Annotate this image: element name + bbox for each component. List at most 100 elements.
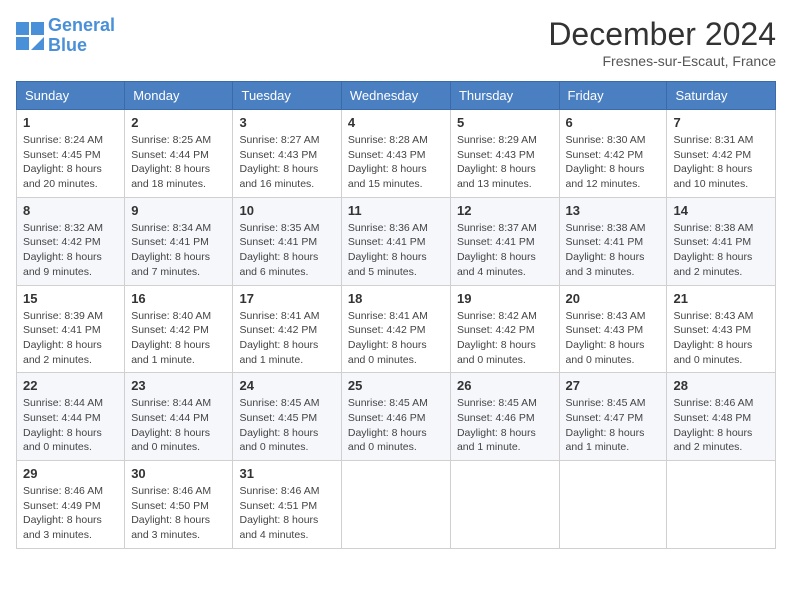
- day-number: 28: [673, 378, 769, 393]
- day-info: Sunrise: 8:41 AM Sunset: 4:42 PM Dayligh…: [239, 309, 334, 368]
- day-info: Sunrise: 8:44 AM Sunset: 4:44 PM Dayligh…: [131, 396, 226, 455]
- day-info: Sunrise: 8:32 AM Sunset: 4:42 PM Dayligh…: [23, 221, 118, 280]
- day-info: Sunrise: 8:45 AM Sunset: 4:45 PM Dayligh…: [239, 396, 334, 455]
- day-of-week-header: Thursday: [450, 82, 559, 110]
- calendar-cell: 6 Sunrise: 8:30 AM Sunset: 4:42 PM Daylig…: [559, 110, 667, 198]
- day-info: Sunrise: 8:34 AM Sunset: 4:41 PM Dayligh…: [131, 221, 226, 280]
- calendar-cell: 15 Sunrise: 8:39 AM Sunset: 4:41 PM Dayli…: [17, 285, 125, 373]
- day-number: 29: [23, 466, 118, 481]
- calendar-cell: 25 Sunrise: 8:45 AM Sunset: 4:46 PM Dayli…: [341, 373, 450, 461]
- calendar-cell: 9 Sunrise: 8:34 AM Sunset: 4:41 PM Daylig…: [125, 197, 233, 285]
- calendar-cell: 7Sunrise: 8:31 AM Sunset: 4:42 PM Daylig…: [667, 110, 776, 198]
- day-number: 12: [457, 203, 553, 218]
- calendar-cell: 12Sunrise: 8:37 AM Sunset: 4:41 PM Dayli…: [450, 197, 559, 285]
- day-info: Sunrise: 8:43 AM Sunset: 4:43 PM Dayligh…: [566, 309, 661, 368]
- day-info: Sunrise: 8:27 AM Sunset: 4:43 PM Dayligh…: [239, 133, 334, 192]
- day-info: Sunrise: 8:40 AM Sunset: 4:42 PM Dayligh…: [131, 309, 226, 368]
- calendar-week-row: 22 Sunrise: 8:44 AM Sunset: 4:44 PM Dayli…: [17, 373, 776, 461]
- calendar-cell: [341, 461, 450, 549]
- day-info: Sunrise: 8:35 AM Sunset: 4:41 PM Dayligh…: [239, 221, 334, 280]
- day-info: Sunrise: 8:25 AM Sunset: 4:44 PM Dayligh…: [131, 133, 226, 192]
- logo: General Blue: [16, 16, 115, 56]
- day-info: Sunrise: 8:45 AM Sunset: 4:47 PM Dayligh…: [566, 396, 661, 455]
- day-number: 31: [239, 466, 334, 481]
- day-number: 11: [348, 203, 444, 218]
- month-title: December 2024: [548, 16, 776, 53]
- calendar-cell: 8 Sunrise: 8:32 AM Sunset: 4:42 PM Daylig…: [17, 197, 125, 285]
- day-number: 17: [239, 291, 334, 306]
- calendar-cell: 26 Sunrise: 8:45 AM Sunset: 4:46 PM Dayli…: [450, 373, 559, 461]
- calendar-cell: 11 Sunrise: 8:36 AM Sunset: 4:41 PM Dayli…: [341, 197, 450, 285]
- day-number: 10: [239, 203, 334, 218]
- calendar-cell: 3Sunrise: 8:27 AM Sunset: 4:43 PM Daylig…: [233, 110, 341, 198]
- calendar-cell: 1 Sunrise: 8:24 AM Sunset: 4:45 PM Daylig…: [17, 110, 125, 198]
- day-number: 30: [131, 466, 226, 481]
- day-number: 1: [23, 115, 118, 130]
- day-number: 9: [131, 203, 226, 218]
- calendar-cell: [450, 461, 559, 549]
- day-number: 19: [457, 291, 553, 306]
- calendar-cell: 2 Sunrise: 8:25 AM Sunset: 4:44 PM Daylig…: [125, 110, 233, 198]
- calendar-cell: 23 Sunrise: 8:44 AM Sunset: 4:44 PM Dayli…: [125, 373, 233, 461]
- day-number: 22: [23, 378, 118, 393]
- calendar-cell: [667, 461, 776, 549]
- day-of-week-header: Sunday: [17, 82, 125, 110]
- day-info: Sunrise: 8:45 AM Sunset: 4:46 PM Dayligh…: [457, 396, 553, 455]
- day-number: 7: [673, 115, 769, 130]
- calendar-week-row: 1 Sunrise: 8:24 AM Sunset: 4:45 PM Daylig…: [17, 110, 776, 198]
- day-number: 20: [566, 291, 661, 306]
- day-number: 6: [566, 115, 661, 130]
- day-info: Sunrise: 8:30 AM Sunset: 4:42 PM Dayligh…: [566, 133, 661, 192]
- day-number: 25: [348, 378, 444, 393]
- calendar-cell: 10 Sunrise: 8:35 AM Sunset: 4:41 PM Dayli…: [233, 197, 341, 285]
- day-info: Sunrise: 8:24 AM Sunset: 4:45 PM Dayligh…: [23, 133, 118, 192]
- calendar-cell: 29 Sunrise: 8:46 AM Sunset: 4:49 PM Dayli…: [17, 461, 125, 549]
- calendar-cell: 27 Sunrise: 8:45 AM Sunset: 4:47 PM Dayli…: [559, 373, 667, 461]
- day-number: 27: [566, 378, 661, 393]
- day-number: 13: [566, 203, 661, 218]
- day-number: 23: [131, 378, 226, 393]
- day-of-week-header: Tuesday: [233, 82, 341, 110]
- calendar-cell: 21Sunrise: 8:43 AM Sunset: 4:43 PM Dayli…: [667, 285, 776, 373]
- logo-icon: [16, 22, 44, 50]
- day-info: Sunrise: 8:45 AM Sunset: 4:46 PM Dayligh…: [348, 396, 444, 455]
- day-number: 15: [23, 291, 118, 306]
- day-info: Sunrise: 8:41 AM Sunset: 4:42 PM Dayligh…: [348, 309, 444, 368]
- day-info: Sunrise: 8:46 AM Sunset: 4:48 PM Dayligh…: [673, 396, 769, 455]
- calendar-cell: 4 Sunrise: 8:28 AM Sunset: 4:43 PM Daylig…: [341, 110, 450, 198]
- day-info: Sunrise: 8:36 AM Sunset: 4:41 PM Dayligh…: [348, 221, 444, 280]
- day-info: Sunrise: 8:46 AM Sunset: 4:49 PM Dayligh…: [23, 484, 118, 543]
- calendar-cell: 14 Sunrise: 8:38 AM Sunset: 4:41 PM Dayli…: [667, 197, 776, 285]
- calendar-cell: 30 Sunrise: 8:46 AM Sunset: 4:50 PM Dayli…: [125, 461, 233, 549]
- location: Fresnes-sur-Escaut, France: [548, 53, 776, 69]
- calendar-header-row: SundayMondayTuesdayWednesdayThursdayFrid…: [17, 82, 776, 110]
- day-number: 8: [23, 203, 118, 218]
- day-info: Sunrise: 8:39 AM Sunset: 4:41 PM Dayligh…: [23, 309, 118, 368]
- calendar-cell: 19 Sunrise: 8:42 AM Sunset: 4:42 PM Dayli…: [450, 285, 559, 373]
- title-block: December 2024 Fresnes-sur-Escaut, France: [548, 16, 776, 69]
- day-number: 26: [457, 378, 553, 393]
- day-info: Sunrise: 8:38 AM Sunset: 4:41 PM Dayligh…: [673, 221, 769, 280]
- day-number: 21: [673, 291, 769, 306]
- calendar: SundayMondayTuesdayWednesdayThursdayFrid…: [16, 81, 776, 549]
- day-info: Sunrise: 8:29 AM Sunset: 4:43 PM Dayligh…: [457, 133, 553, 192]
- day-number: 16: [131, 291, 226, 306]
- calendar-week-row: 8 Sunrise: 8:32 AM Sunset: 4:42 PM Daylig…: [17, 197, 776, 285]
- day-info: Sunrise: 8:46 AM Sunset: 4:50 PM Dayligh…: [131, 484, 226, 543]
- day-number: 2: [131, 115, 226, 130]
- day-info: Sunrise: 8:46 AM Sunset: 4:51 PM Dayligh…: [239, 484, 334, 543]
- calendar-week-row: 29 Sunrise: 8:46 AM Sunset: 4:49 PM Dayli…: [17, 461, 776, 549]
- day-number: 14: [673, 203, 769, 218]
- day-info: Sunrise: 8:28 AM Sunset: 4:43 PM Dayligh…: [348, 133, 444, 192]
- day-info: Sunrise: 8:38 AM Sunset: 4:41 PM Dayligh…: [566, 221, 661, 280]
- day-of-week-header: Friday: [559, 82, 667, 110]
- calendar-cell: 24Sunrise: 8:45 AM Sunset: 4:45 PM Dayli…: [233, 373, 341, 461]
- day-info: Sunrise: 8:42 AM Sunset: 4:42 PM Dayligh…: [457, 309, 553, 368]
- calendar-cell: 16 Sunrise: 8:40 AM Sunset: 4:42 PM Dayli…: [125, 285, 233, 373]
- calendar-week-row: 15 Sunrise: 8:39 AM Sunset: 4:41 PM Dayli…: [17, 285, 776, 373]
- day-number: 4: [348, 115, 444, 130]
- calendar-cell: 5Sunrise: 8:29 AM Sunset: 4:43 PM Daylig…: [450, 110, 559, 198]
- day-of-week-header: Monday: [125, 82, 233, 110]
- calendar-cell: [559, 461, 667, 549]
- calendar-cell: 20 Sunrise: 8:43 AM Sunset: 4:43 PM Dayli…: [559, 285, 667, 373]
